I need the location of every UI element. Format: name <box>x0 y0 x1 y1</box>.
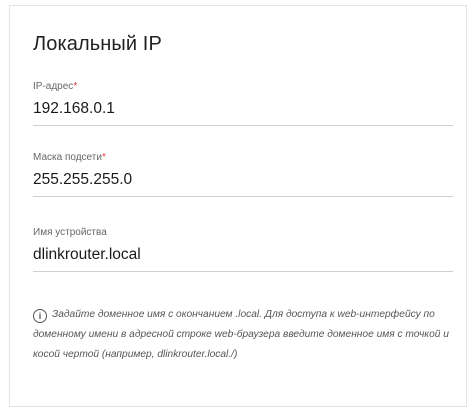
subnet-mask-input[interactable]: 255.255.255.0 <box>33 172 453 197</box>
hint-text-block: i Задайте доменное имя с окончанием .loca… <box>33 305 453 365</box>
device-name-field: Имя устройства dlinkrouter.local <box>33 227 453 272</box>
required-mark: * <box>101 152 106 163</box>
local-ip-panel: Локальный IP IP-адрес* 192.168.0.1 Маска… <box>9 5 467 407</box>
info-icon: i <box>33 309 47 323</box>
section-title: Локальный IP <box>33 33 162 55</box>
device-name-label: Имя устройства <box>33 227 107 238</box>
hint-text: Задайте доменное имя с окончанием .local… <box>33 309 449 360</box>
ip-address-label: IP-адрес* <box>33 81 78 92</box>
subnet-mask-field: Маска подсети* 255.255.255.0 <box>33 152 453 197</box>
required-mark: * <box>73 81 78 92</box>
ip-address-input[interactable]: 192.168.0.1 <box>33 101 453 126</box>
ip-address-field: IP-адрес* 192.168.0.1 <box>33 81 453 126</box>
device-name-input[interactable]: dlinkrouter.local <box>33 247 453 272</box>
subnet-mask-label: Маска подсети* <box>33 152 106 163</box>
